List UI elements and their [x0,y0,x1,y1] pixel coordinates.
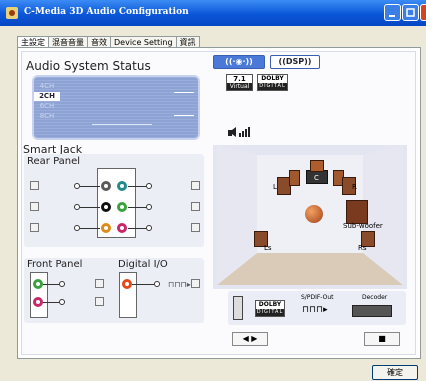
spdif-dolby-text: DOLBY [258,301,282,308]
rear-wire-left-2 [80,207,100,208]
front-left-speaker-2[interactable] [289,170,300,186]
front-checkbox-1[interactable] [95,279,104,288]
minimize-button[interactable] [384,4,401,21]
ok-button[interactable]: 確定 [372,365,418,380]
spdif-signal-icon: ⊓⊓⊓▸ [302,305,328,315]
rear-jack-pink[interactable] [117,223,127,233]
rear-wire-left-1 [80,186,100,187]
stop-test-button[interactable]: ■ [364,332,400,346]
dolby-logo: DOLBY DIGITAL [257,74,288,91]
speaker-mode-button[interactable]: ((·◉·)) [213,55,265,69]
spdif-dolby-sub: DIGITAL [256,309,284,316]
channel-4ch[interactable]: 4CH [34,82,60,91]
pc-tower-icon [233,296,243,320]
digital-io-title: Digital I/O [118,259,168,270]
rear-jack-teal-1[interactable] [117,181,127,191]
label-right-surround: Rs [358,244,367,252]
front-wire-2 [43,302,59,303]
digital-wire [132,284,154,285]
spdif-dolby-logo: DOLBY DIGITAL [255,300,285,317]
label-center: C [314,174,319,182]
digital-jack-orange[interactable] [122,279,132,289]
dolby-logo-text: DOLBY [261,75,284,82]
front-plug-2 [59,299,65,305]
label-subwoofer: Sub-woofer [343,222,383,230]
channel-2ch[interactable]: 2CH [34,92,60,101]
rear-checkbox-2[interactable] [191,181,200,190]
center-speaker-2[interactable] [310,160,324,172]
dolby-logo-sub: DIGITAL [258,83,287,90]
digital-signal-icon: ⊓⊓⊓▸ [168,280,191,289]
status-arrow-out-icon [174,87,194,93]
label-left: L [273,183,277,191]
spdif-out-label: S/PDIF-Out [301,294,334,301]
digital-checkbox[interactable] [191,279,200,288]
status-line [92,124,152,125]
rear-wire-right-1 [128,186,146,187]
front-jack-green[interactable] [33,279,43,289]
rear-wire-left-3 [80,228,100,229]
rear-wire-right-2 [128,207,146,208]
rear-jack-green[interactable] [117,202,127,212]
decoder-label: Decoder [362,294,388,301]
rear-jack-orange[interactable] [101,223,111,233]
rear-jack-black[interactable] [101,202,111,212]
front-checkbox-2[interactable] [95,297,104,306]
rear-checkbox-1[interactable] [30,181,39,190]
status-arrow-in-icon [174,110,194,116]
play-test-button[interactable]: ◀ ▶ [232,332,268,346]
maximize-button[interactable] [402,4,419,21]
rear-plug-right-2 [146,204,152,210]
front-plug-1 [59,281,65,287]
front-wire-1 [43,284,59,285]
rear-checkbox-3[interactable] [30,202,39,211]
title-bar: C-Media 3D Audio Configuration [0,0,426,26]
window-title: C-Media 3D Audio Configuration [24,7,189,17]
rear-checkbox-4[interactable] [191,202,200,211]
digital-plug [154,281,160,287]
rear-plug-right-1 [146,183,152,189]
front-panel-title: Front Panel [27,259,83,270]
channel-6ch[interactable]: 6CH [34,102,60,111]
rear-checkbox-6[interactable] [191,223,200,232]
rear-panel-title: Rear Panel [27,156,81,167]
volume-level-icon[interactable] [228,126,252,138]
front-jack-pink[interactable] [33,297,43,307]
status-title: Audio System Status [26,59,151,73]
label-right: R [352,183,357,191]
subwoofer-speaker[interactable] [346,200,368,224]
channel-8ch[interactable]: 8CH [34,112,60,121]
rear-plug-right-3 [146,225,152,231]
listener-sphere[interactable] [305,205,323,223]
rear-jack-grey-1[interactable] [101,181,111,191]
virtual-logo-text: Virtual [227,83,252,90]
virtual-logo: 7.1 Virtual [226,74,253,91]
decoder-device-icon [352,305,392,317]
rear-wire-right-3 [128,228,146,229]
rear-checkbox-5[interactable] [30,223,39,232]
close-button[interactable] [420,4,426,21]
label-left-surround: Ls [264,244,272,252]
dsp-mode-button[interactable]: ((DSP)) [270,55,320,69]
virtual-logo-number: 7.1 [233,75,246,83]
app-icon [5,6,19,20]
